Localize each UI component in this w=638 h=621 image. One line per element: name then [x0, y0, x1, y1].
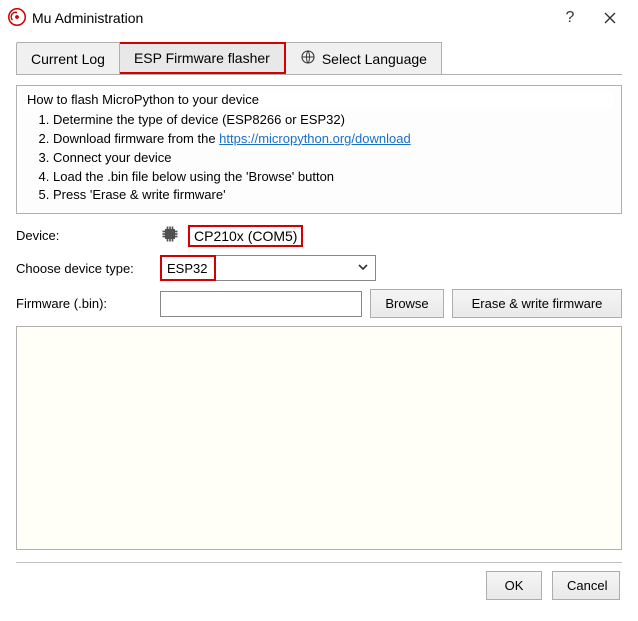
- instruction-text: Download firmware from the: [53, 131, 219, 146]
- select-value: ESP32: [167, 261, 207, 276]
- instruction-step-2: Download firmware from the https://micro…: [53, 130, 613, 149]
- instruction-step-1: Determine the type of device (ESP8266 or…: [53, 111, 613, 130]
- tab-label: Current Log: [31, 51, 105, 67]
- device-row: Device: CP210x (COM5): [16, 224, 622, 247]
- browse-button[interactable]: Browse: [370, 289, 444, 318]
- instructions-title: How to flash MicroPython to your device: [25, 92, 613, 109]
- device-type-select[interactable]: ESP32: [160, 255, 376, 281]
- tab-select-language[interactable]: Select Language: [286, 42, 442, 74]
- dialog-footer: OK Cancel: [16, 571, 622, 600]
- window-title: Mu Administration: [32, 10, 550, 26]
- device-value: CP210x (COM5): [188, 225, 303, 247]
- firmware-path-input[interactable]: [160, 291, 362, 317]
- close-button[interactable]: [590, 0, 630, 36]
- instruction-step-5: Press 'Erase & write firmware': [53, 186, 613, 205]
- chip-icon: [160, 224, 180, 247]
- firmware-label: Firmware (.bin):: [16, 296, 160, 311]
- device-label: Device:: [16, 228, 160, 243]
- title-bar: Mu Administration ?: [0, 0, 638, 36]
- tab-label: ESP Firmware flasher: [134, 50, 270, 66]
- erase-write-button[interactable]: Erase & write firmware: [452, 289, 622, 318]
- tab-bar: Current Log ESP Firmware flasher Select …: [16, 42, 622, 75]
- globe-icon: [300, 49, 316, 68]
- close-icon: [604, 12, 616, 24]
- tab-current-log[interactable]: Current Log: [16, 42, 120, 74]
- chevron-down-icon: [357, 260, 369, 276]
- ok-button[interactable]: OK: [486, 571, 542, 600]
- log-output-area: [16, 326, 622, 550]
- cancel-button[interactable]: Cancel: [552, 571, 620, 600]
- download-link[interactable]: https://micropython.org/download: [219, 131, 411, 146]
- app-logo-icon: [8, 8, 26, 29]
- firmware-row: Firmware (.bin): Browse Erase & write fi…: [16, 289, 622, 318]
- tab-esp-firmware-flasher[interactable]: ESP Firmware flasher: [120, 42, 286, 74]
- device-type-row: Choose device type: ESP32: [16, 255, 622, 281]
- instruction-step-3: Connect your device: [53, 149, 613, 168]
- help-button[interactable]: ?: [550, 0, 590, 36]
- instructions-panel: How to flash MicroPython to your device …: [16, 85, 622, 214]
- footer-separator: [16, 562, 622, 563]
- device-type-label: Choose device type:: [16, 261, 160, 276]
- instruction-step-4: Load the .bin file below using the 'Brow…: [53, 168, 613, 187]
- tab-label: Select Language: [322, 51, 427, 67]
